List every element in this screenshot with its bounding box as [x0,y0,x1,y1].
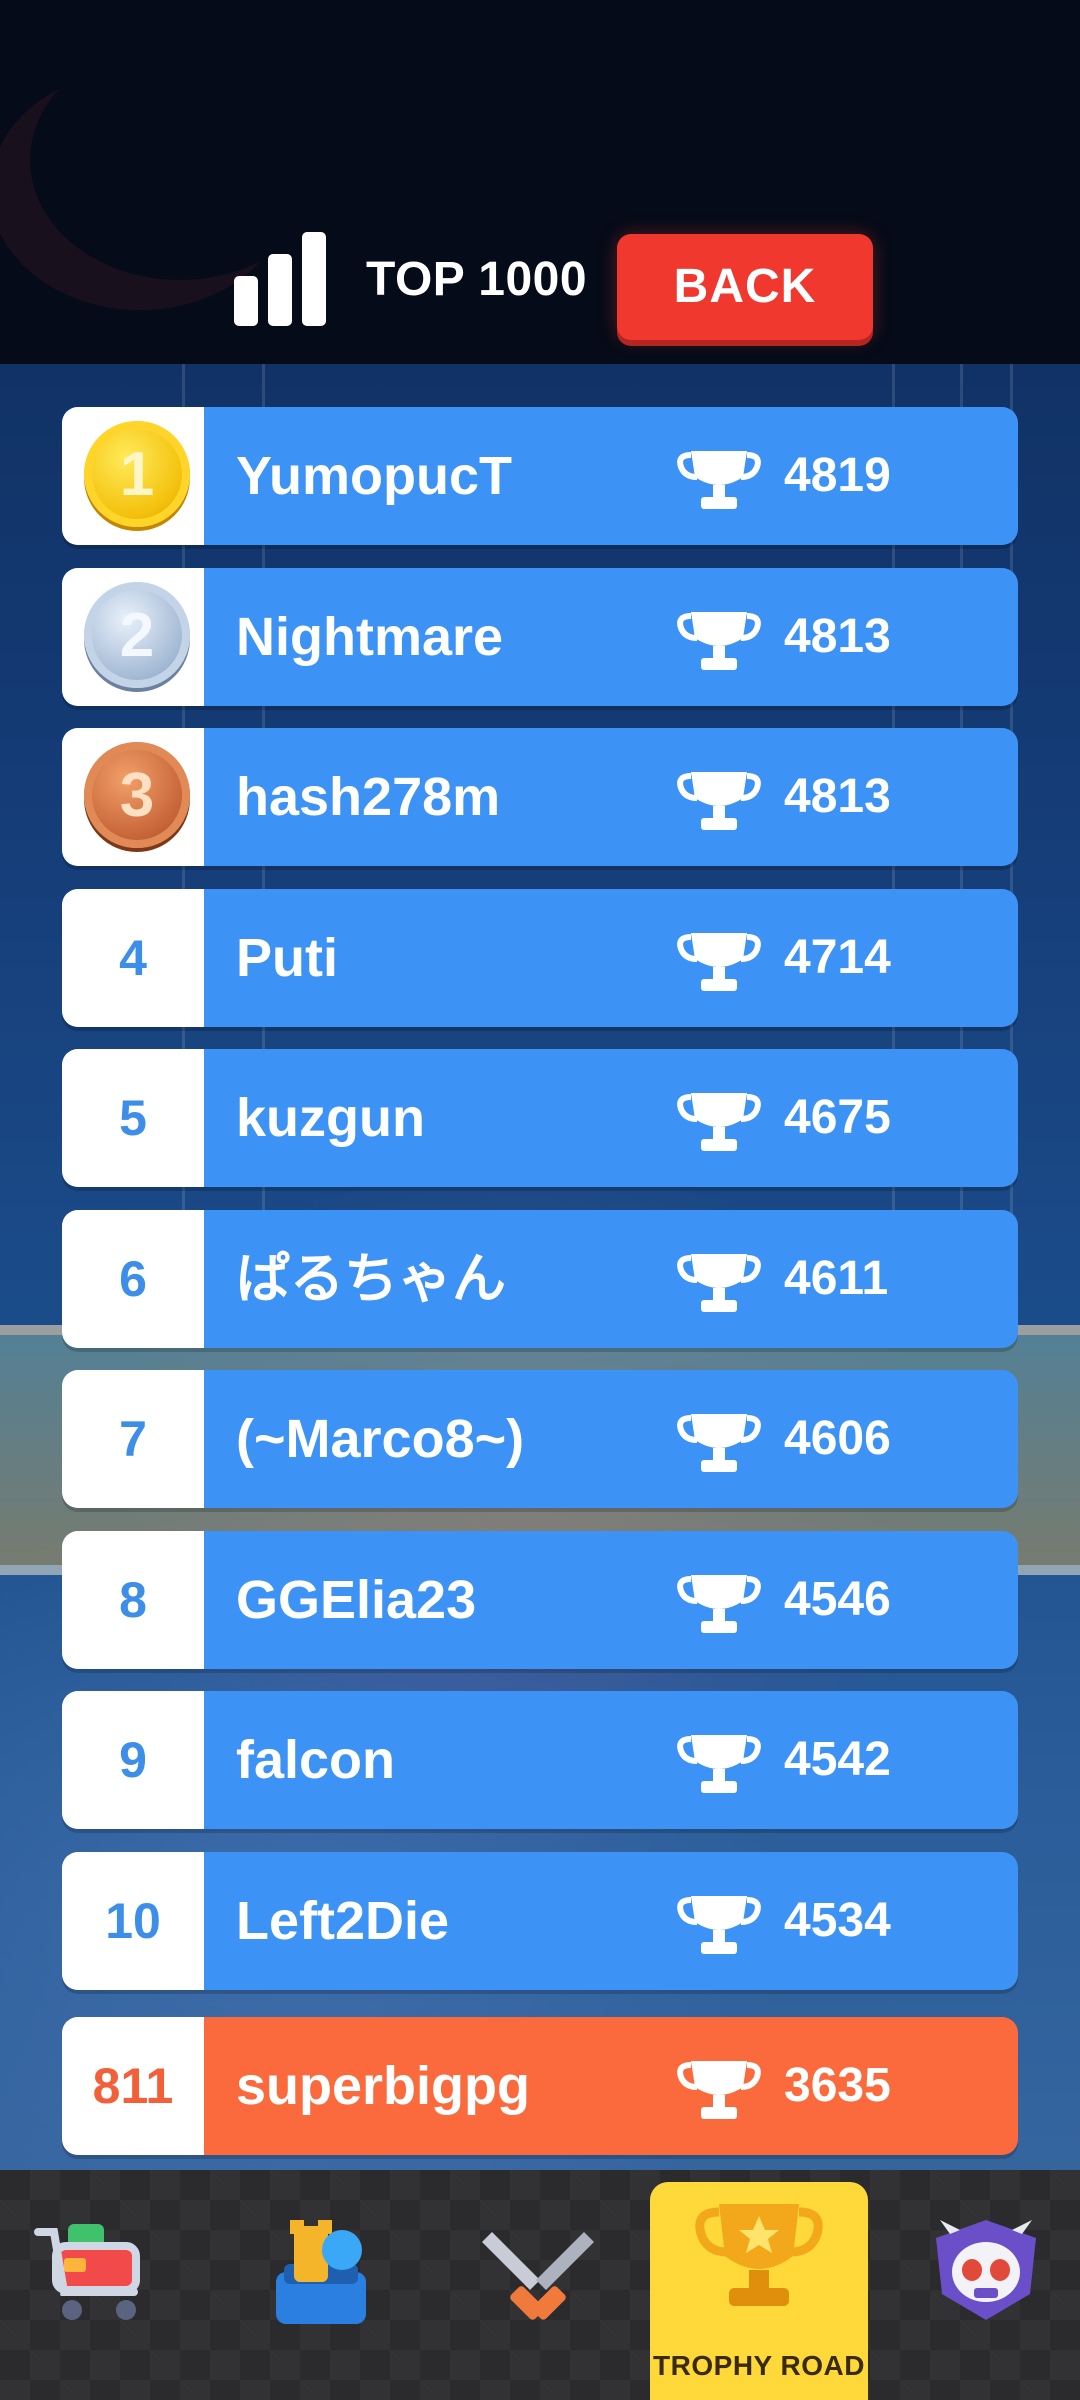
trophy-icon [677,608,761,672]
back-button[interactable]: BACK [617,234,873,340]
trophy-count: 3635 [784,2059,891,2112]
gold-medal-icon: 1 [84,421,190,527]
leaderboard-row[interactable]: 8 GGElia23 4546 [62,1531,1018,1669]
top-label: TOP 1000 [366,253,588,306]
rank-number: 6 [119,1251,147,1307]
trophy-icon [677,1089,761,1153]
leaderboard-row[interactable]: 2 Nightmare 4813 [62,568,1018,706]
bronze-medal-icon: 3 [84,742,190,848]
trophy-count: 4611 [784,1252,889,1305]
rank-number: 811 [92,2058,174,2114]
leaderboard-header: TOP 1000 BACK [0,0,1080,364]
player-name: hash278m [236,767,501,827]
rank-cell: 811 [62,2017,204,2155]
leaderboard-row[interactable]: 3 hash278m 4813 [62,728,1018,866]
trophy-icon [677,1892,761,1956]
player-name: Left2Die [236,1891,450,1951]
trophy-count: 4819 [784,449,891,502]
rank-cell: 10 [62,1852,204,1990]
rank-cell: 9 [62,1691,204,1829]
bottom-nav: TROPHY ROAD [0,2170,1080,2400]
player-name: Nightmare [236,607,504,667]
leaderboard-row[interactable]: 10 Left2Die 4534 [62,1852,1018,1990]
rank-cell: 1 [62,407,204,545]
rank-number: 10 [105,1893,161,1949]
player-name: superbigpg [236,2056,530,2116]
player-name: falcon [236,1730,396,1790]
rank-cell: 4 [62,889,204,1027]
rank-number: 5 [119,1090,147,1146]
player-name: (~Marco8~) [236,1409,525,1469]
skull-club-icon [936,2220,1036,2320]
leaderboard-row[interactable]: 7 (~Marco8~) 4606 [62,1370,1018,1508]
rank-number: 4 [119,930,147,986]
rank-cell: 2 [62,568,204,706]
leaderboard-row[interactable]: 6 ぱるちゃん 4611 [62,1210,1018,1348]
trophy-count: 4813 [784,610,891,663]
nav-trophy-road[interactable]: TROPHY ROAD [650,2182,868,2400]
trophy-icon [695,2204,823,2306]
shop-cart-icon [34,2224,140,2320]
trophy-icon [677,1410,761,1474]
nav-collection[interactable] [250,2170,390,2400]
player-name: ぱるちゃん [236,1249,506,1309]
nav-club[interactable] [916,2170,1056,2400]
trophy-icon [677,1731,761,1795]
trophy-count: 4714 [784,931,891,984]
trophy-count: 4546 [784,1573,891,1626]
rank-cell: 7 [62,1370,204,1508]
rank-cell: 5 [62,1049,204,1187]
trophy-count: 4542 [784,1733,891,1786]
player-name: GGElia23 [236,1570,477,1630]
silver-medal-icon: 2 [84,582,190,688]
leaderboard-row[interactable]: 5 kuzgun 4675 [62,1049,1018,1187]
rank-number: 9 [119,1732,147,1788]
trophy-icon [677,2057,761,2121]
player-name: kuzgun [236,1088,425,1148]
current-player-row[interactable]: 811 superbigpg 3635 [62,2017,1018,2155]
trophy-icon [677,929,761,993]
trophy-icon [677,447,761,511]
rank-number: 7 [119,1411,147,1467]
trophy-count: 4606 [784,1412,891,1465]
rank-number: 8 [119,1572,147,1628]
rank-cell: 3 [62,728,204,866]
nav-trophy-road-label: TROPHY ROAD [653,2350,865,2381]
leaderboard-bars-icon [234,232,326,326]
battle-swords-icon [482,2232,594,2320]
leaderboard-row[interactable]: 4 Puti 4714 [62,889,1018,1027]
trophy-icon [677,1571,761,1635]
rank-cell: 8 [62,1531,204,1669]
rank-cell: 6 [62,1210,204,1348]
trophy-icon [677,1250,761,1314]
nav-shop[interactable] [24,2170,164,2400]
trophy-count: 4675 [784,1091,891,1144]
trophy-count: 4534 [784,1894,891,1947]
player-name: YumopucT [236,446,513,506]
player-name: Puti [236,928,338,988]
trophy-count: 4813 [784,770,891,823]
leaderboard-row[interactable]: 1 YumopucT 4819 [62,407,1018,545]
leaderboard-row[interactable]: 9 falcon 4542 [62,1691,1018,1829]
nav-battle[interactable] [468,2170,608,2400]
collection-icon [276,2220,366,2324]
trophy-icon [677,768,761,832]
